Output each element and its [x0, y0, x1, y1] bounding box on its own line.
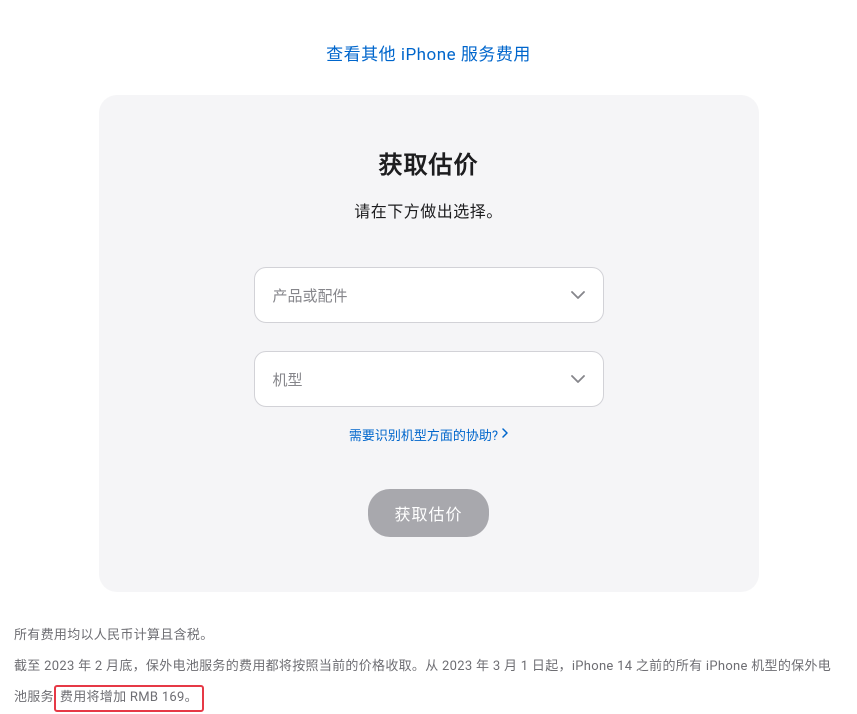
chevron-down-icon — [571, 291, 585, 299]
model-select[interactable]: 机型 — [254, 351, 604, 407]
product-select[interactable]: 产品或配件 — [254, 267, 604, 323]
footer-line-2: 截至 2023 年 2 月底，保外电池服务的费用都将按照当前的价格收取。从 20… — [14, 651, 843, 713]
get-estimate-button[interactable]: 获取估价 — [368, 489, 488, 537]
view-other-services-link[interactable]: 查看其他 iPhone 服务费用 — [326, 45, 531, 65]
card-title: 获取估价 — [129, 145, 729, 180]
help-link-wrap: 需要识别机型方面的协助? — [129, 425, 729, 444]
help-link-text: 需要识别机型方面的协助? — [349, 425, 498, 444]
footer-highlight: 费用将增加 RMB 169。 — [54, 685, 204, 711]
footer-line-1: 所有费用均以人民币计算且含税。 — [14, 620, 843, 651]
model-select-placeholder: 机型 — [273, 369, 303, 390]
model-select-wrapper: 机型 — [254, 351, 604, 407]
chevron-down-icon — [571, 375, 585, 383]
product-select-placeholder: 产品或配件 — [273, 285, 348, 306]
top-link-wrap: 查看其他 iPhone 服务费用 — [12, 0, 845, 95]
identify-model-help-link[interactable]: 需要识别机型方面的协助? — [349, 425, 508, 444]
estimate-card: 获取估价 请在下方做出选择。 产品或配件 机型 — [99, 95, 759, 592]
footer-text: 所有费用均以人民币计算且含税。 截至 2023 年 2 月底，保外电池服务的费用… — [12, 620, 845, 714]
product-select-wrapper: 产品或配件 — [254, 267, 604, 323]
chevron-right-icon — [502, 427, 508, 442]
card-subtitle: 请在下方做出选择。 — [129, 198, 729, 222]
